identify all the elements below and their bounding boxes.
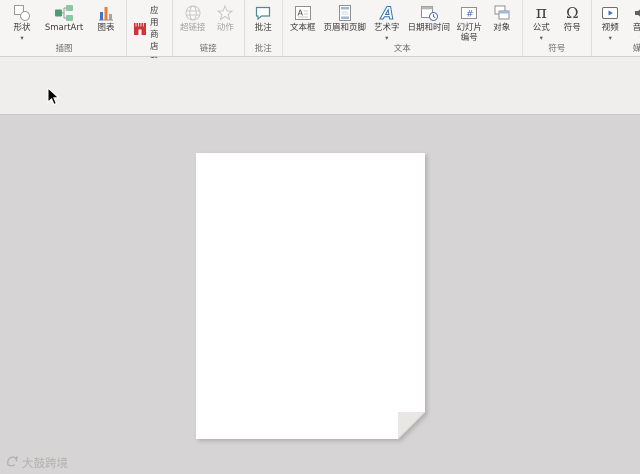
ribbon-group-label: 批注 — [254, 44, 272, 54]
svg-text:A: A — [379, 4, 394, 23]
date-time-icon — [419, 2, 439, 24]
action-icon — [215, 2, 235, 24]
hyperlink-label: 超链接 — [180, 23, 206, 33]
pi-glyph: π — [535, 3, 547, 23]
date-time-label: 日期和时间 — [407, 23, 451, 33]
ribbon-group-label: 文本 — [393, 44, 411, 54]
chevron-down-icon: ▾ — [385, 33, 389, 42]
video-label: 视频 — [601, 23, 619, 33]
watermark: 大鼓跨境 — [5, 454, 68, 471]
smartart-icon — [54, 2, 74, 24]
comment-icon — [253, 2, 273, 24]
equation-icon: π — [536, 2, 547, 24]
audio-button[interactable]: 音频 ▾ — [626, 1, 640, 42]
ribbon-group-text: A 文本框 页眉和页脚 A 艺术字 ▾ 日期和时间 # 幻灯片编号 对象 文本 — [283, 0, 523, 56]
chart-icon — [96, 2, 116, 24]
symbol-label: 符号 — [563, 23, 581, 33]
comment-button[interactable]: 批注 — [248, 1, 279, 34]
mouse-cursor — [47, 86, 60, 110]
action-label: 动作 — [216, 23, 234, 33]
equation-button[interactable]: π 公式 ▾ — [526, 1, 557, 42]
video-icon — [600, 2, 620, 24]
chevron-down-icon: ▾ — [608, 33, 612, 42]
header-footer-icon — [335, 2, 355, 24]
slide-page[interactable] — [196, 153, 425, 439]
ribbon-group-links: 超链接 动作 链接 — [173, 0, 245, 56]
slide-number-icon: # — [459, 2, 479, 24]
chevron-down-icon: ▾ — [539, 33, 543, 42]
svg-text:A: A — [297, 9, 303, 18]
ribbon-group-label: 符号 — [548, 44, 566, 54]
shapes-button[interactable]: 形状 ▾ — [5, 1, 39, 42]
chart-label: 图表 — [97, 23, 115, 33]
wordart-icon: A — [377, 2, 397, 24]
ribbon-group-comments: 批注 批注 — [245, 0, 283, 56]
date-time-button[interactable]: 日期和时间 — [404, 1, 454, 34]
object-button[interactable]: 对象 — [485, 1, 519, 34]
audio-label: 音频 — [632, 23, 640, 33]
slide-number-label: 幻灯片编号 — [456, 23, 483, 43]
hyperlink-icon — [183, 2, 203, 24]
ribbon-group-illustrations: 形状 ▾ SmartArt 图表 插图 — [0, 0, 127, 56]
header-footer-label: 页眉和页脚 — [323, 23, 367, 33]
object-label: 对象 — [493, 23, 511, 33]
page-fold-corner — [398, 412, 425, 439]
slide-number-button[interactable]: # 幻灯片编号 — [454, 1, 485, 43]
slide-page-wrap — [196, 153, 425, 439]
symbol-icon: Ω — [566, 2, 578, 24]
ribbon-group-addins: 应用商店 我的加载项 ▾ 加载项 — [127, 0, 173, 127]
ribbon-group-symbols: π 公式 ▾ Ω 符号 符号 — [523, 0, 592, 56]
store-label: 应用商店 — [150, 6, 159, 52]
textbox-icon: A — [293, 2, 313, 24]
smartart-button[interactable]: SmartArt — [39, 1, 89, 34]
omega-glyph: Ω — [566, 4, 579, 22]
audio-icon — [631, 2, 640, 24]
textbox-button[interactable]: A 文本框 — [286, 1, 320, 34]
ribbon-group-label: 媒体 — [632, 44, 640, 54]
store-button[interactable]: 应用商店 — [130, 4, 169, 54]
wordart-button[interactable]: A 艺术字 ▾ — [370, 1, 404, 42]
ribbon-group-label: 插图 — [55, 44, 73, 54]
textbox-label: 文本框 — [290, 23, 316, 33]
action-button[interactable]: 动作 — [210, 1, 241, 34]
store-icon — [133, 22, 147, 36]
wordart-label: 艺术字 — [374, 23, 400, 33]
toolbar-spacer — [0, 58, 640, 114]
equation-label: 公式 — [532, 23, 550, 33]
ribbon-group-media: 视频 ▾ 音频 ▾ 屏幕录制 媒体 — [592, 0, 640, 56]
watermark-text: 大鼓跨境 — [22, 455, 68, 470]
svg-text:#: # — [466, 10, 474, 20]
header-footer-button[interactable]: 页眉和页脚 — [320, 1, 370, 34]
symbol-button[interactable]: Ω 符号 — [557, 1, 588, 34]
object-icon — [492, 2, 512, 24]
hyperlink-button[interactable]: 超链接 — [176, 1, 210, 34]
comment-label: 批注 — [254, 23, 272, 33]
chevron-down-icon: ▾ — [20, 33, 24, 42]
shapes-icon — [12, 2, 32, 24]
watermark-logo-icon — [5, 454, 19, 471]
video-button[interactable]: 视频 ▾ — [595, 1, 626, 42]
ribbon-group-label: 链接 — [199, 44, 217, 54]
smartart-label: SmartArt — [44, 23, 84, 33]
slide-canvas[interactable]: 大鼓跨境 — [0, 114, 640, 474]
ribbon: 形状 ▾ SmartArt 图表 插图 应用商店 超链接 动作 链接 批注 批注… — [0, 0, 640, 127]
shapes-label: 形状 — [13, 23, 31, 33]
chart-button[interactable]: 图表 — [89, 1, 123, 34]
